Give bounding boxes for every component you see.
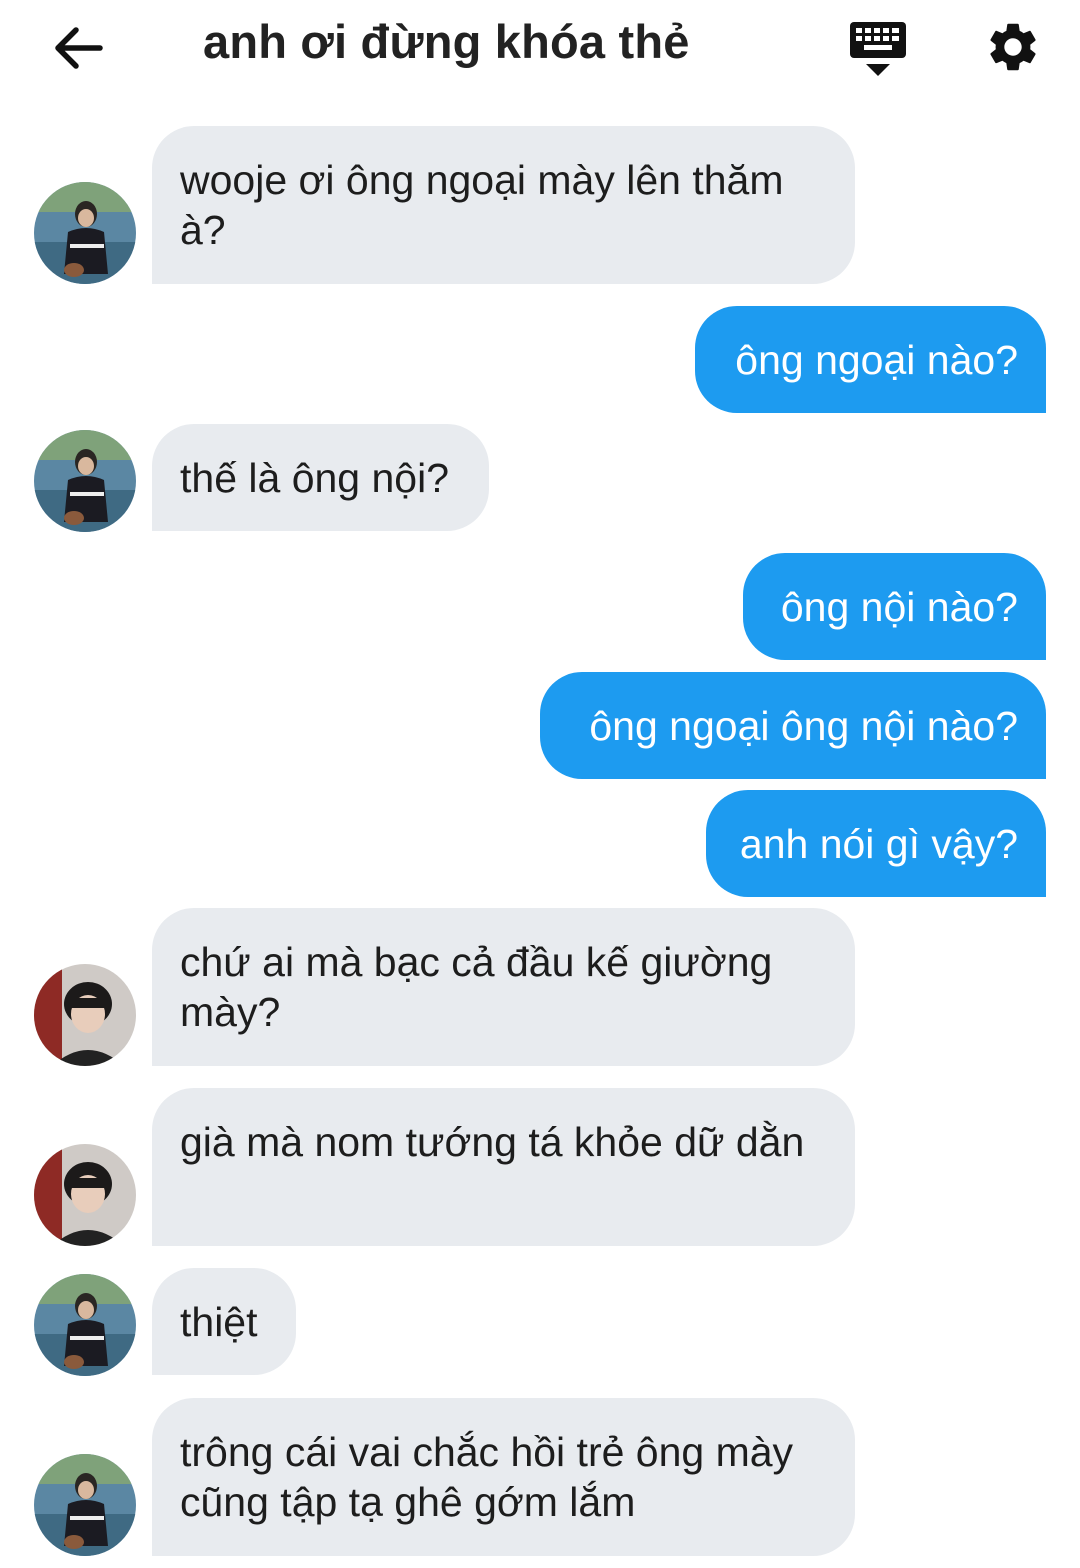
message-bubble-incoming: già mà nom tướng tá khỏe dữ dằn [152, 1088, 855, 1246]
avatar[interactable] [34, 1454, 136, 1556]
arrow-left-icon [55, 27, 103, 69]
avatar[interactable] [34, 1274, 136, 1376]
message-bubble-outgoing: anh nói gì vậy? [706, 790, 1046, 897]
chat-title: anh ơi đừng khóa thẻ [203, 15, 690, 68]
back-button[interactable] [52, 22, 104, 74]
message-bubble-outgoing: ông ngoại nào? [695, 306, 1046, 413]
avatar-photo-a [34, 1274, 136, 1376]
message-bubble-incoming: thế là ông nội? [152, 424, 489, 531]
avatar-photo-a [34, 1454, 136, 1556]
avatar-photo-a [34, 182, 136, 284]
settings-button[interactable] [984, 18, 1042, 76]
avatar[interactable] [34, 182, 136, 284]
avatar-photo-b [34, 1144, 136, 1246]
avatar[interactable] [34, 430, 136, 532]
keyboard-toggle-button[interactable] [848, 20, 908, 78]
message-bubble-incoming: thiệt [152, 1268, 296, 1375]
message-bubble-incoming: chứ ai mà bạc cả đầu kế giường mày? [152, 908, 855, 1066]
message-bubble-incoming: trông cái vai chắc hồi trẻ ông mày cũng … [152, 1398, 855, 1556]
avatar-photo-b [34, 964, 136, 1066]
message-bubble-outgoing: ông ngoại ông nội nào? [540, 672, 1046, 779]
keyboard-hide-icon [850, 22, 906, 76]
chat-header: anh ơi đừng khóa thẻ [0, 0, 1080, 100]
avatar-photo-a [34, 430, 136, 532]
avatar[interactable] [34, 1144, 136, 1246]
message-bubble-outgoing: ông nội nào? [743, 553, 1046, 660]
message-bubble-incoming: wooje ơi ông ngoại mày lên thăm à? [152, 126, 855, 284]
avatar[interactable] [34, 964, 136, 1066]
gear-icon [990, 23, 1036, 71]
